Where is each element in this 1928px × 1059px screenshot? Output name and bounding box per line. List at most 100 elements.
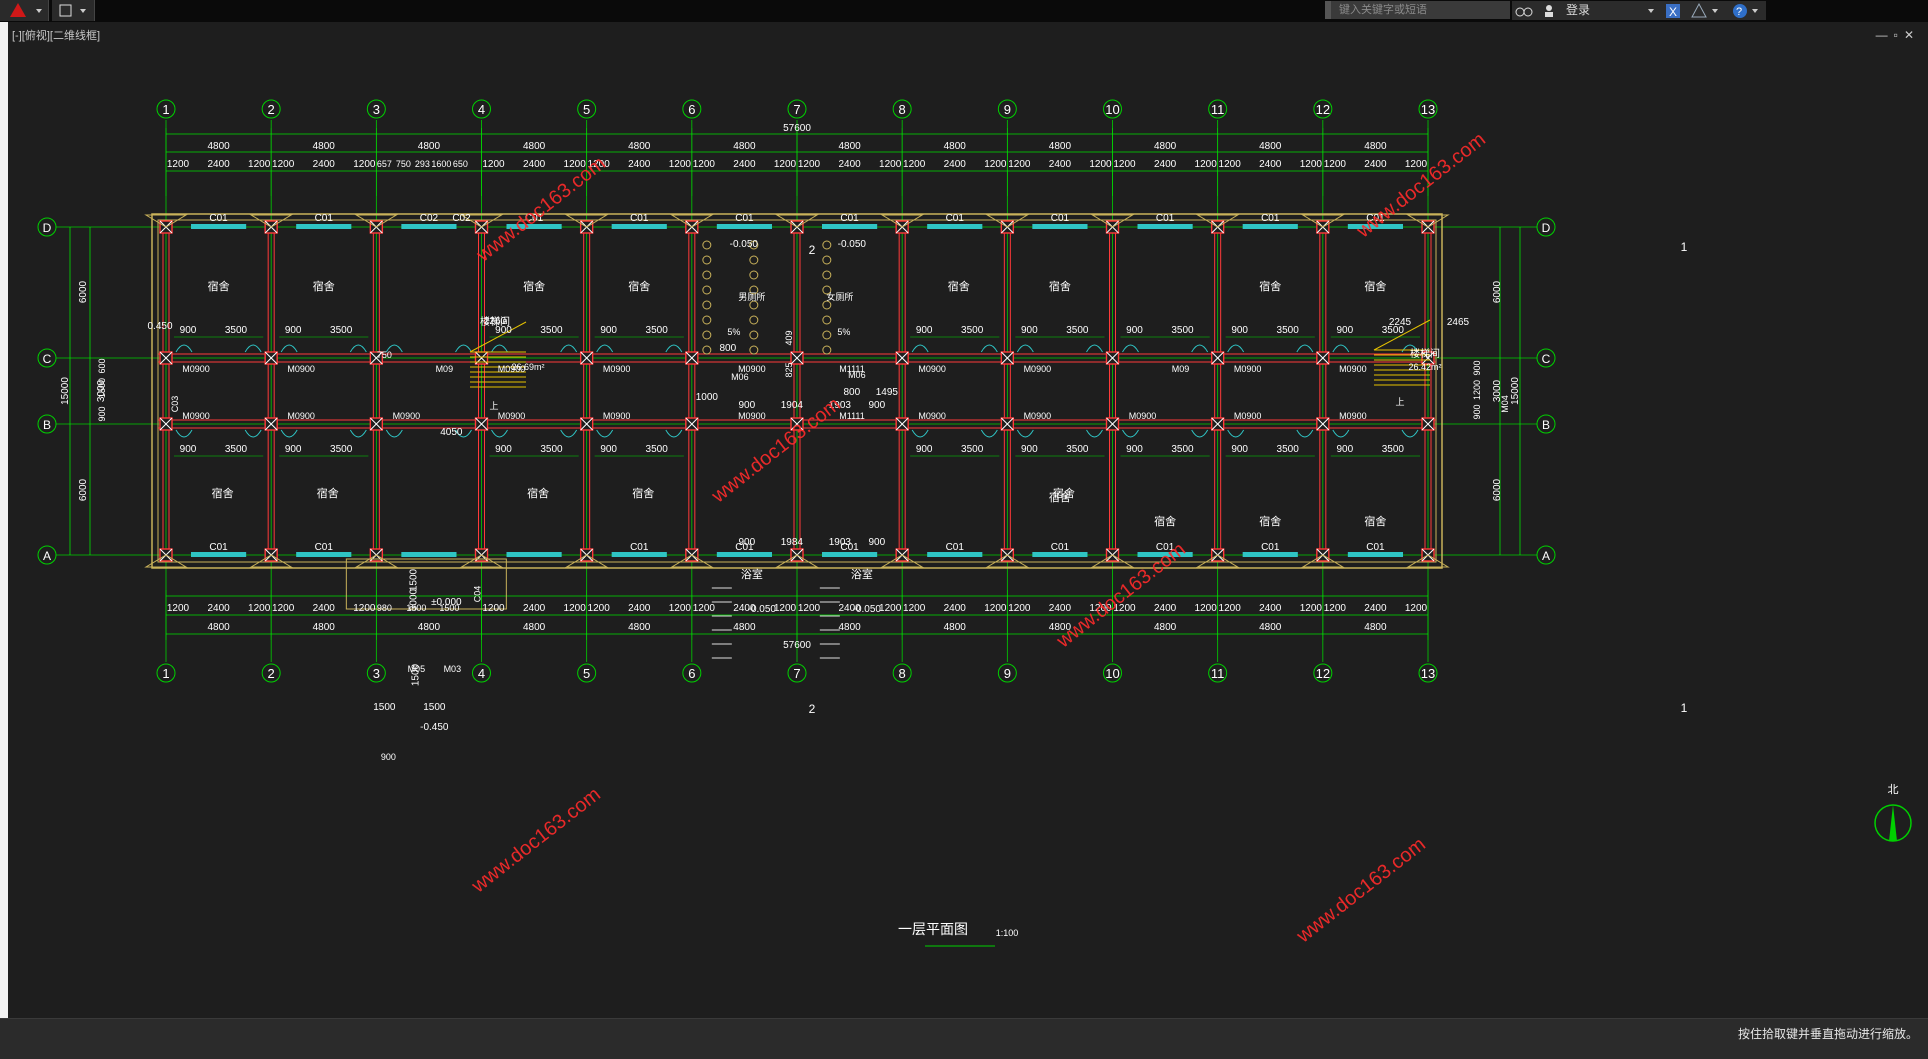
- toilet-fixture: [749, 255, 759, 265]
- dim-text: 1495: [876, 387, 899, 398]
- dim-text: 825: [784, 362, 794, 377]
- room-dimension: 3500: [1066, 444, 1089, 455]
- room-dimension: 3500: [540, 325, 563, 336]
- drawing-canvas[interactable]: 1122334455667788991010111112121313D DC CB B…: [0, 0, 1928, 1058]
- door-swing: [244, 344, 262, 353]
- room-label: 宿舍: [1259, 279, 1281, 293]
- door-swing: [1332, 429, 1350, 438]
- room-dimension: 900: [495, 444, 512, 455]
- room-label: 宿舍: [1154, 514, 1176, 528]
- door-swing: [596, 429, 614, 438]
- sub-dimension: 1200: [482, 159, 505, 170]
- vertical-dimension: 600: [97, 358, 107, 373]
- window-label: C01: [735, 213, 754, 224]
- sub-dimension: 1200: [798, 159, 821, 170]
- window: [822, 224, 878, 229]
- sub-dimension: 2400: [1154, 159, 1177, 170]
- dim-text: 900: [868, 537, 885, 548]
- door-label: M0900: [1339, 364, 1367, 374]
- room-dimension: 3500: [540, 444, 563, 455]
- north-arrow: [1889, 805, 1897, 841]
- room-label: 宿舍: [1049, 279, 1071, 293]
- room-dimension: 900: [285, 325, 302, 336]
- section-mark: 2: [809, 243, 816, 257]
- toilet-fixture: [749, 345, 759, 355]
- level-mark: 0.450: [147, 321, 172, 332]
- door-swing: [1016, 429, 1034, 438]
- window-label: C02: [452, 213, 471, 224]
- toilet-fixture: [702, 330, 712, 340]
- sub-dimension: 1200: [1300, 603, 1323, 614]
- toilet-fixture: [702, 345, 712, 355]
- door-label: M0900: [738, 411, 766, 421]
- bay-dimension: 4800: [418, 622, 441, 633]
- door-label: M0900: [603, 364, 631, 374]
- sub-dimension: 1200: [588, 603, 611, 614]
- door-swing: [1191, 344, 1209, 353]
- window-label: C02: [420, 213, 439, 224]
- bay-dimension: 4800: [1364, 141, 1387, 152]
- window-label: C04: [472, 586, 482, 603]
- toilet-fixture: [749, 315, 759, 325]
- login-link[interactable]: 登录: [1566, 1, 1590, 19]
- door-swing: [175, 344, 193, 353]
- status-bar: [0, 1018, 1928, 1059]
- room-label: 宿舍: [1364, 514, 1386, 528]
- axis-label: B: [1542, 418, 1550, 432]
- section-mark: 2: [809, 702, 816, 716]
- door-swing: [455, 344, 472, 353]
- level-mark: -0.050: [748, 604, 777, 615]
- sub-dimension: 1200: [248, 603, 271, 614]
- axis-label: 13: [1421, 102, 1435, 117]
- axis-label: 9: [1004, 666, 1011, 681]
- room-dimension: 3500: [1382, 444, 1405, 455]
- sub-dimension: 1200: [984, 159, 1007, 170]
- room-dimension: 3500: [330, 444, 353, 455]
- level-mark: -0.050: [838, 239, 867, 250]
- bay-dimension: 4800: [628, 622, 651, 633]
- door-swing: [349, 429, 367, 438]
- user-icon: [1545, 5, 1553, 17]
- toilet-fixture: [822, 300, 832, 310]
- section-mark: 1: [1681, 701, 1688, 715]
- viewport-label[interactable]: [-][俯视][二维线框]: [12, 27, 100, 43]
- room-dimension: 900: [285, 444, 302, 455]
- toilet-fixture: [749, 300, 759, 310]
- app-menu-button[interactable]: [0, 0, 49, 21]
- watermark-text: www.doc163.com: [707, 393, 845, 507]
- close-icon[interactable]: ✕: [1904, 28, 1920, 42]
- door-swing: [280, 429, 298, 438]
- door-swing: [1016, 344, 1034, 353]
- minimize-icon[interactable]: —: [1876, 28, 1894, 42]
- window-label: C03: [170, 396, 180, 413]
- plan-title: 一层平面图: [898, 921, 968, 937]
- quick-access-button[interactable]: [52, 0, 95, 21]
- total-dimension: 57600: [783, 640, 811, 651]
- toilet-fixture: [749, 330, 759, 340]
- window-controls[interactable]: —▫✕: [1876, 28, 1920, 42]
- sub-dimension: 2400: [207, 159, 230, 170]
- axis-label: B: [43, 418, 51, 432]
- vertical-dimension: 1200: [1472, 380, 1482, 400]
- door-label: M0900: [287, 411, 315, 421]
- axis-label: 8: [899, 102, 906, 117]
- toilet-fixture: [749, 270, 759, 280]
- dim-text: 900: [381, 752, 396, 762]
- room-dimension: 3500: [961, 325, 984, 336]
- axis-label: 2: [268, 102, 275, 117]
- room-label: 宿舍: [1364, 279, 1386, 293]
- bay-dimension: 4800: [207, 622, 230, 633]
- door-label: M0900: [1024, 364, 1052, 374]
- bay-dimension: 4800: [838, 622, 861, 633]
- toilet-fixture: [822, 330, 832, 340]
- search-input[interactable]: 键入关键字或短语: [1325, 1, 1510, 19]
- axis-label: 3: [373, 102, 380, 117]
- sub-dimension: 2400: [1259, 603, 1282, 614]
- restore-icon[interactable]: ▫: [1894, 28, 1904, 42]
- room-label: 宿舍: [632, 486, 654, 500]
- window-label: C01: [1261, 542, 1280, 553]
- room-dimension: 3500: [225, 444, 248, 455]
- sub-dimension: 2400: [1364, 603, 1387, 614]
- door-label: M0900: [603, 411, 631, 421]
- toilet-fixture: [822, 315, 832, 325]
